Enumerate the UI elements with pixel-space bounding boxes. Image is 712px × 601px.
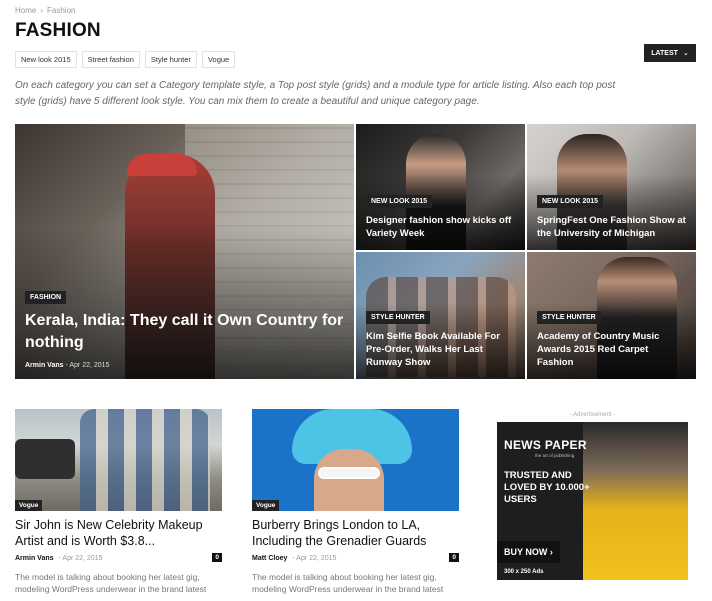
post-date: Apr 22, 2015 <box>69 362 110 369</box>
article-card: Vogue Burberry Brings London to LA, Incl… <box>252 409 459 595</box>
post-author[interactable]: Matt Cloey <box>252 555 287 562</box>
breadcrumb-current[interactable]: Fashion <box>47 6 75 15</box>
article-thumbnail[interactable]: Vogue <box>252 409 459 511</box>
subcategory-new-look-2015[interactable]: New look 2015 <box>15 51 77 68</box>
breadcrumb-separator: › <box>40 6 44 15</box>
featured-tile-main[interactable]: FASHION Kerala, India: They call it Own … <box>15 124 354 379</box>
article-excerpt: The model is talking about booking her l… <box>15 572 207 594</box>
chevron-down-icon: ⌄ <box>682 50 689 57</box>
featured-tile[interactable]: NEW LOOK 2015 Designer fashion show kick… <box>356 124 525 250</box>
featured-title[interactable]: SpringFest One Fashion Show at the Unive… <box>537 214 686 240</box>
ad-tagline: TRUSTED AND LOVED BY 10.000+ USERS <box>504 470 590 505</box>
featured-tile[interactable]: STYLE HUNTER Kim Selfie Book Available F… <box>356 252 525 379</box>
featured-grid: FASHION Kerala, India: They call it Own … <box>15 124 696 379</box>
advertisement-label: - Advertisement - <box>569 412 616 418</box>
article-thumbnail[interactable]: Vogue <box>15 409 222 511</box>
article-excerpt: The model is talking about booking her l… <box>252 572 444 594</box>
post-author[interactable]: Armin Vans <box>15 555 54 562</box>
post-meta: Matt Cloey - Apr 22, 2015 0 <box>252 553 459 562</box>
category-tag[interactable]: FASHION <box>25 291 67 304</box>
featured-title[interactable]: Designer fashion show kicks off Variety … <box>366 214 515 240</box>
category-tag[interactable]: NEW LOOK 2015 <box>366 195 433 208</box>
category-tag[interactable]: STYLE HUNTER <box>366 311 430 324</box>
sort-label: LATEST <box>651 49 678 57</box>
post-meta: Armin Vans - Apr 22, 2015 <box>25 362 110 369</box>
sort-dropdown[interactable]: LATEST ⌄ <box>644 44 696 62</box>
category-description: On each category you can set a Category … <box>15 80 616 107</box>
featured-tile[interactable]: NEW LOOK 2015 SpringFest One Fashion Sho… <box>527 124 696 250</box>
ad-brand-subtitle: the art of publishing <box>535 453 575 458</box>
ad-brand: NEWS PAPER <box>504 438 587 452</box>
article-card: Vogue Sir John is New Celebrity Makeup A… <box>15 409 222 595</box>
buy-now-button[interactable]: BUY NOW › <box>497 541 560 563</box>
featured-title[interactable]: Kim Selfie Book Available For Pre-Order,… <box>366 330 515 369</box>
comment-count[interactable]: 0 <box>212 553 222 562</box>
page-title: FASHION <box>15 20 101 41</box>
subcategory-vogue[interactable]: Vogue <box>201 51 236 68</box>
article-title[interactable]: Burberry Brings London to LA, Including … <box>252 517 459 549</box>
article-title[interactable]: Sir John is New Celebrity Makeup Artist … <box>15 517 222 549</box>
advertisement-banner[interactable]: NEWS PAPER the art of publishing TRUSTED… <box>497 422 688 580</box>
post-author[interactable]: Armin Vans <box>25 362 64 369</box>
ad-size-label: 300 x 250 Ads <box>504 569 544 575</box>
featured-tile[interactable]: STYLE HUNTER Academy of Country Music Aw… <box>527 252 696 379</box>
category-tag[interactable]: STYLE HUNTER <box>537 311 601 324</box>
comment-count[interactable]: 0 <box>449 553 459 562</box>
post-date: - Apr 22, 2015 <box>292 555 337 562</box>
subcategory-list: New look 2015 Street fashion Style hunte… <box>15 51 236 68</box>
category-tag[interactable]: NEW LOOK 2015 <box>537 195 604 208</box>
post-meta: Armin Vans - Apr 22, 2015 0 <box>15 553 222 562</box>
featured-title[interactable]: Academy of Country Music Awards 2015 Red… <box>537 330 686 369</box>
post-date: - Apr 22, 2015 <box>58 555 103 562</box>
breadcrumb: Home › Fashion <box>15 6 75 15</box>
featured-title[interactable]: Kerala, India: They call it Own Country … <box>25 310 344 354</box>
category-tag[interactable]: Vogue <box>15 500 43 511</box>
category-tag[interactable]: Vogue <box>252 500 280 511</box>
subcategory-style-hunter[interactable]: Style hunter <box>144 51 197 68</box>
breadcrumb-home[interactable]: Home <box>15 6 36 15</box>
subcategory-street-fashion[interactable]: Street fashion <box>81 51 140 68</box>
